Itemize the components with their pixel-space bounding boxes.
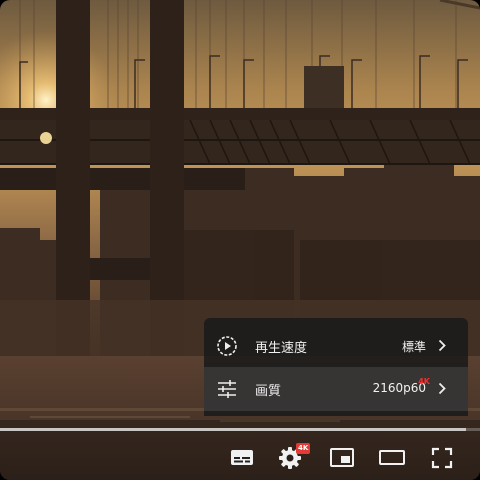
theater-mode-icon (379, 450, 405, 465)
chevron-right-icon (438, 382, 446, 395)
playback-speed-icon (217, 336, 237, 356)
sliders-icon (218, 380, 236, 398)
fullscreen-icon (431, 447, 453, 469)
quality-menu-item[interactable]: 画質 2160p60 4K (204, 367, 468, 411)
settings-menu: 再生速度 標準 画質 2160p60 4K (204, 318, 468, 416)
control-bar (0, 435, 480, 480)
progress-bar-played (0, 428, 466, 431)
playback-speed-menu-item[interactable]: 再生速度 標準 (204, 324, 468, 368)
miniplayer-icon (330, 448, 354, 467)
miniplayer-button[interactable] (328, 445, 356, 471)
settings-4k-badge: 4K (296, 443, 311, 454)
video-player[interactable]: 再生速度 標準 画質 2160p60 4K 4K (0, 0, 480, 480)
subtitles-icon (231, 450, 253, 465)
theater-mode-button[interactable] (378, 445, 406, 471)
progress-bar[interactable] (0, 428, 480, 431)
playback-speed-label: 再生速度 (255, 341, 308, 356)
chevron-right-icon (438, 339, 446, 352)
playback-speed-value: 標準 (401, 340, 426, 354)
fullscreen-button[interactable] (428, 445, 456, 471)
quality-4k-badge: 4K (418, 377, 430, 386)
quality-label: 画質 (255, 384, 282, 399)
subtitles-button[interactable] (228, 445, 256, 471)
